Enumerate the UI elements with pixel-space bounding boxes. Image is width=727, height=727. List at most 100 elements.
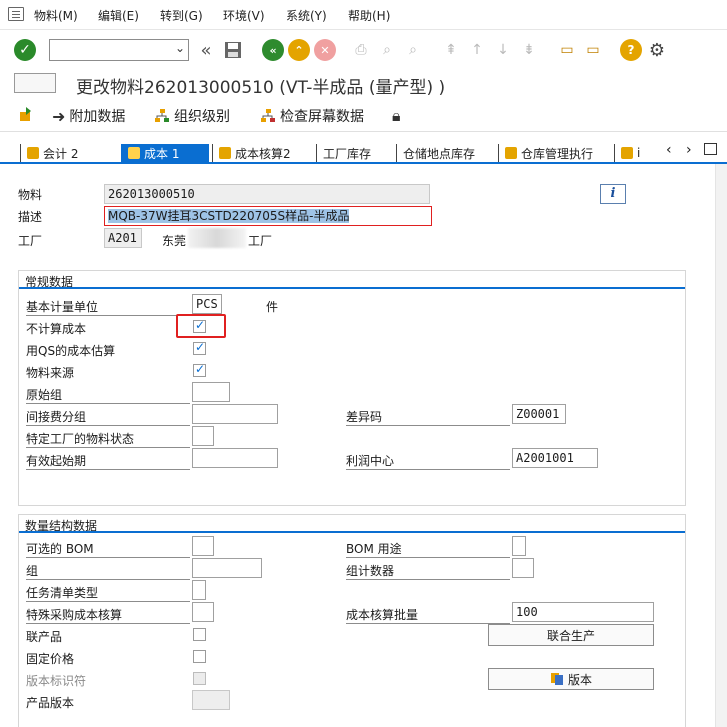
tab-accounting-2[interactable]: 会计 2	[20, 144, 120, 162]
special-proc-costing-field[interactable]	[192, 602, 214, 622]
description-label: 描述	[18, 210, 43, 224]
org-levels-label: 组织级别	[174, 109, 230, 125]
group-counter-field[interactable]	[512, 558, 534, 578]
org-levels-icon	[155, 109, 169, 122]
fixed-price-checkbox[interactable]	[193, 650, 206, 663]
origin-group-label: 原始组	[26, 386, 190, 404]
version-button[interactable]: 版本	[488, 668, 654, 690]
plant-status-field[interactable]	[192, 426, 214, 446]
material-origin-checkbox[interactable]	[193, 362, 206, 377]
overhead-group-field[interactable]	[192, 404, 278, 424]
special-proc-costing-label: 特殊采购成本核算	[26, 606, 190, 624]
layout-menu-icon[interactable]	[14, 73, 56, 93]
tab-status-icon	[219, 147, 231, 159]
bom-usage-label: BOM 用途	[346, 540, 510, 558]
chevron-down-icon[interactable]: ⌄	[175, 41, 185, 55]
additional-data-button[interactable]: ➜ 附加数据	[52, 106, 125, 126]
tab-storage-location-stock[interactable]: 仓储地点库存	[396, 144, 496, 162]
fixed-price-label: 固定价格	[26, 652, 75, 666]
material-field[interactable]: 262013000510	[104, 184, 430, 204]
menu-goto[interactable]: 转到(G)	[160, 7, 203, 24]
plant-field[interactable]: A201	[104, 228, 142, 248]
qs-costing-label: 用QS的成本估算	[26, 344, 116, 358]
tab-costing-1[interactable]: 成本 1	[121, 144, 209, 162]
back-icon[interactable]: «	[262, 39, 284, 61]
product-version-label: 产品版本	[26, 696, 75, 710]
origin-group-field[interactable]	[192, 382, 230, 402]
tab-warehouse-mgmt-execution[interactable]: 仓库管理执行	[498, 144, 612, 162]
find-icon[interactable]: ⌕	[376, 39, 398, 61]
system-menu-icon[interactable]	[8, 7, 24, 21]
exit-icon[interactable]: ⌃	[288, 39, 310, 61]
cancel-icon[interactable]: ✕	[314, 39, 336, 61]
check-screen-data-label: 检查屏幕数据	[280, 109, 364, 125]
product-version-field	[192, 690, 230, 710]
qs-costing-checkbox[interactable]	[193, 340, 206, 355]
base-uom-label: 基本计量单位	[26, 298, 190, 316]
group-divider	[19, 287, 685, 289]
print-icon[interactable]: ⎙	[350, 39, 372, 61]
enter-check-icon[interactable]: ✓	[14, 39, 36, 61]
tab-list-icon[interactable]	[704, 143, 717, 155]
no-costing-label: 不计算成本	[26, 322, 87, 336]
profit-center-label: 利润中心	[346, 452, 510, 470]
tab-plant-stock[interactable]: 工厂库存	[316, 144, 394, 162]
task-list-type-label: 任务清单类型	[26, 584, 190, 602]
tab-scroll-right-icon[interactable]: ›	[686, 142, 692, 158]
joint-production-button[interactable]: 联合生产	[488, 624, 654, 646]
material-label: 物料	[18, 188, 43, 202]
application-toolbar: ➜ 附加数据 组织级别 检查屏幕数据 🔒︎	[0, 100, 727, 132]
org-levels-button[interactable]: 组织级别	[154, 106, 230, 126]
select-views-icon	[20, 107, 31, 121]
co-product-label: 联产品	[26, 630, 63, 644]
description-field[interactable]: MQB-37W挂耳3CSTD220705S样品-半成品	[104, 206, 432, 226]
create-session-icon[interactable]: ▭	[556, 39, 578, 61]
material-origin-label: 物料来源	[26, 366, 75, 380]
co-product-checkbox[interactable]	[193, 628, 206, 641]
info-icon[interactable]: i	[600, 184, 626, 204]
tab-status-icon	[27, 147, 39, 159]
find-next-icon[interactable]: ⌕	[402, 39, 424, 61]
menu-edit[interactable]: 编辑(E)	[98, 7, 139, 24]
last-page-icon[interactable]: ⇟	[518, 39, 540, 61]
base-uom-field[interactable]: PCS	[192, 294, 222, 314]
command-field[interactable]: ⌄	[49, 39, 189, 61]
overhead-group-label: 间接费分组	[26, 408, 190, 426]
menu-system[interactable]: 系统(Y)	[286, 7, 327, 24]
vertical-scrollbar[interactable]	[715, 164, 727, 727]
variance-key-field[interactable]: Z00001	[512, 404, 566, 424]
tab-scroll-left-icon[interactable]: ‹	[666, 142, 672, 158]
profit-center-field[interactable]: A2001001	[512, 448, 598, 468]
task-list-type-field[interactable]	[192, 580, 206, 600]
tab-status-icon	[621, 147, 633, 159]
check-screen-data-button[interactable]: 检查屏幕数据	[260, 106, 364, 126]
collapse-left-icon[interactable]: «	[195, 39, 217, 61]
save-icon[interactable]	[222, 39, 244, 61]
previous-page-icon[interactable]: ↑	[466, 39, 488, 61]
tab-costing-2[interactable]: 成本核算2	[212, 144, 312, 162]
tab-strip: 会计 2 成本 1 成本核算2 工厂库存 仓储地点库存 仓库管理执行 i ‹ ›	[0, 142, 727, 164]
select-views-button[interactable]	[18, 106, 34, 122]
additional-data-label: 附加数据	[69, 109, 126, 125]
help-icon[interactable]: ?	[620, 39, 642, 61]
redacted-area	[188, 228, 246, 248]
menu-help[interactable]: 帮助(H)	[348, 7, 390, 24]
lock-icon[interactable]: 🔒︎	[392, 106, 401, 126]
menu-material[interactable]: 物料(M)	[34, 7, 78, 24]
alt-bom-field[interactable]	[192, 536, 214, 556]
tab-more[interactable]: i	[614, 144, 654, 162]
shortcut-icon[interactable]: ▭	[582, 39, 604, 61]
group-field[interactable]	[192, 558, 262, 578]
plant-status-label: 特定工厂的物料状态	[26, 430, 190, 448]
bom-usage-field[interactable]	[512, 536, 526, 556]
group-counter-label: 组计数器	[346, 562, 510, 580]
plant-label: 工厂	[18, 234, 43, 248]
version-indicator-checkbox	[193, 672, 206, 685]
next-page-icon[interactable]: ↓	[492, 39, 514, 61]
menu-environment[interactable]: 环境(V)	[223, 7, 265, 24]
first-page-icon[interactable]: ⇞	[440, 39, 462, 61]
gear-icon[interactable]: ⚙	[646, 39, 668, 61]
costing-lot-size-field[interactable]: 100	[512, 602, 654, 622]
version-indicator-label: 版本标识符	[26, 674, 87, 688]
valid-from-field[interactable]	[192, 448, 278, 468]
